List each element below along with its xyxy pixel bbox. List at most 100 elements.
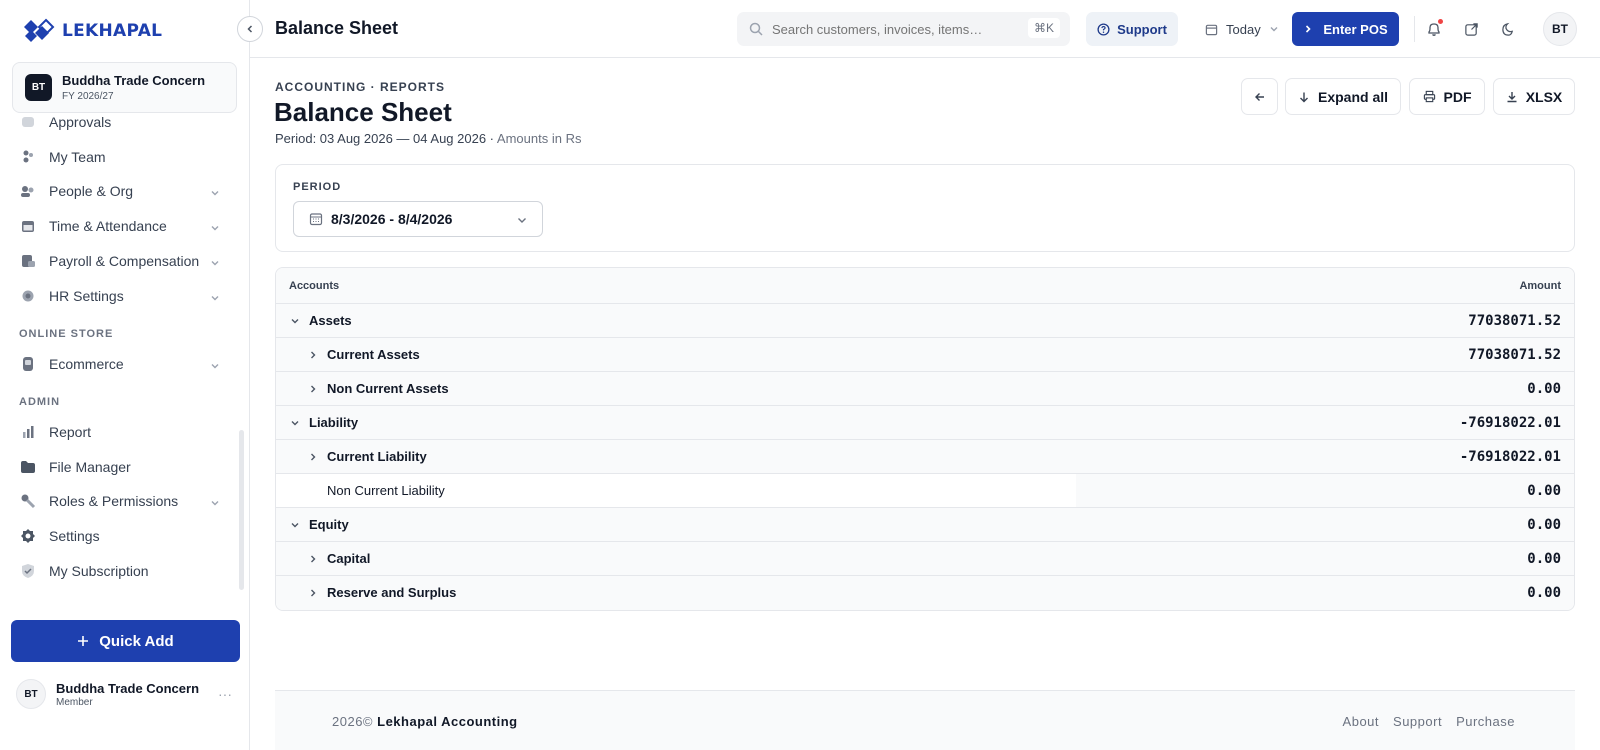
chevron-left-icon [247, 25, 253, 33]
pdf-button[interactable]: PDF [1409, 78, 1485, 115]
period-label: PERIOD [293, 181, 342, 193]
help-circle-icon [1097, 22, 1110, 36]
table-row[interactable]: Reserve and Surplus 0.00 [276, 576, 1574, 610]
table-row[interactable]: Assets 77038071.52 [276, 304, 1574, 338]
search-shortcut: ⌘K [1027, 18, 1060, 38]
xlsx-label: XLSX [1525, 88, 1563, 105]
global-search[interactable]: ⌘K [737, 12, 1070, 46]
copyright-name: Lekhapal Accounting [377, 714, 518, 729]
table-row[interactable]: Non Current Liability 0.00 [276, 474, 1574, 508]
topbar: Balance Sheet ⌘K Support Today Enter POS… [250, 0, 1600, 58]
chevron-down-icon[interactable] [289, 519, 301, 531]
collapse-sidebar-button[interactable] [237, 16, 263, 42]
chevron-right-icon[interactable] [307, 587, 319, 599]
chevron-down-icon [1270, 27, 1278, 32]
balance-sheet-table: Accounts Amount Assets 77038071.52 Curre… [275, 267, 1575, 611]
sidebar-item-file-manager[interactable]: File Manager [20, 452, 220, 482]
enter-pos-button[interactable]: Enter POS [1292, 12, 1399, 46]
approvals-icon [20, 114, 36, 130]
theme-toggle-button[interactable] [1497, 18, 1519, 40]
sidebar-item-people-org[interactable]: People & Org [20, 176, 220, 206]
sidebar-item-roles-permissions[interactable]: Roles & Permissions [20, 486, 220, 516]
chevron-right-icon[interactable] [307, 553, 319, 565]
sidebar-item-label: People & Org [49, 183, 134, 199]
arrow-left-icon [1254, 92, 1264, 101]
back-button[interactable] [1241, 78, 1278, 115]
footer-link-support[interactable]: Support [1393, 714, 1442, 729]
sidebar-item-hr-settings[interactable]: HR Settings [20, 281, 220, 311]
arrow-down-icon [1299, 92, 1308, 102]
expand-all-button[interactable]: Expand all [1285, 78, 1401, 115]
copyright-year: 2026© [332, 714, 373, 729]
chevron-down-icon[interactable] [289, 315, 301, 327]
brand-mark-icon [24, 18, 55, 42]
company-switcher[interactable]: BT Buddha Trade Concern FY 2026/27 [12, 62, 237, 113]
search-input[interactable] [772, 21, 1022, 37]
chevron-down-icon[interactable] [289, 417, 301, 429]
table-row[interactable]: Capital 0.00 [276, 542, 1574, 576]
sidebar-scrollbar[interactable] [239, 430, 244, 590]
external-link-icon [1464, 22, 1478, 36]
date-range-picker[interactable]: 8/3/2026 - 8/4/2026 [293, 201, 543, 237]
account-amount: -76918022.01 [1459, 449, 1561, 465]
chevron-down-icon [210, 290, 220, 306]
account-name: Current Assets [327, 347, 420, 362]
people-icon [20, 183, 36, 199]
copyright: 2026© Lekhapal Accounting [332, 714, 518, 729]
date-filter-dropdown[interactable]: Today [1205, 12, 1279, 46]
table-row[interactable]: Current Liability -76918022.01 [276, 440, 1574, 474]
shield-icon [20, 563, 36, 579]
payroll-icon [20, 253, 36, 269]
account-amount: 77038071.52 [1468, 313, 1561, 329]
table-row[interactable]: Equity 0.00 [276, 508, 1574, 542]
sidebar-item-payroll[interactable]: Payroll & Compensation [20, 246, 220, 276]
account-name: Non Current Assets [327, 381, 449, 396]
expand-all-label: Expand all [1317, 88, 1389, 105]
period-summary: Period: 03 Aug 2026 — 04 Aug 2026 · Amou… [275, 131, 581, 146]
chevron-right-icon [1306, 25, 1311, 33]
table-row[interactable]: Liability -76918022.01 [276, 406, 1574, 440]
more-icon[interactable]: ··· [218, 686, 232, 702]
sidebar-item-label: Payroll & Compensation [49, 253, 200, 269]
user-menu[interactable]: BT Buddha Trade Concern Member ··· [16, 678, 240, 710]
table-header: Accounts Amount [276, 268, 1574, 304]
brand-name: LEKHAPAL [62, 21, 163, 41]
footer-link-purchase[interactable]: Purchase [1456, 714, 1515, 729]
sidebar-item-ecommerce[interactable]: Ecommerce [20, 349, 220, 379]
chevron-right-icon[interactable] [307, 451, 319, 463]
chevron-down-icon [210, 358, 220, 374]
sidebar-item-report[interactable]: Report [20, 417, 220, 447]
brand-logo[interactable]: LEKHAPAL [22, 18, 162, 44]
period-filter-card: PERIOD 8/3/2026 - 8/4/2026 [275, 164, 1575, 252]
chevron-down-icon [210, 255, 220, 271]
account-amount: 0.00 [1527, 483, 1561, 499]
sidebar-item-my-subscription[interactable]: My Subscription [20, 556, 220, 586]
support-button[interactable]: Support [1086, 12, 1178, 46]
footer-links: About Support Purchase [1343, 714, 1515, 729]
sidebar-item-label: Time & Attendance [49, 218, 167, 234]
user-name: Buddha Trade Concern [56, 680, 200, 696]
chevron-right-icon[interactable] [307, 349, 319, 361]
table-row[interactable]: Non Current Assets 0.00 [276, 372, 1574, 406]
account-name: Capital [327, 551, 371, 566]
quick-add-button[interactable]: Quick Add [11, 620, 240, 662]
account-name: Reserve and Surplus [327, 585, 457, 600]
section-online-store: ONLINE STORE [19, 328, 114, 340]
section-admin: ADMIN [19, 396, 61, 408]
gear-icon [20, 288, 36, 304]
open-external-button[interactable] [1460, 18, 1482, 40]
chevron-right-icon[interactable] [307, 383, 319, 395]
xlsx-button[interactable]: XLSX [1493, 78, 1575, 115]
sidebar-item-time-attendance[interactable]: Time & Attendance [20, 211, 220, 241]
calendar-icon [20, 218, 36, 234]
avatar[interactable]: BT [1543, 12, 1577, 46]
sidebar-item-my-team[interactable]: My Team [20, 142, 220, 172]
table-row[interactable]: Current Assets 77038071.52 [276, 338, 1574, 372]
search-icon [749, 22, 763, 36]
sidebar-item-label: Ecommerce [49, 356, 124, 372]
chevron-down-icon [210, 220, 220, 236]
account-amount: 0.00 [1527, 381, 1561, 397]
footer-link-about[interactable]: About [1343, 714, 1379, 729]
notifications-button[interactable] [1423, 18, 1445, 40]
sidebar-item-settings[interactable]: Settings [20, 521, 220, 551]
